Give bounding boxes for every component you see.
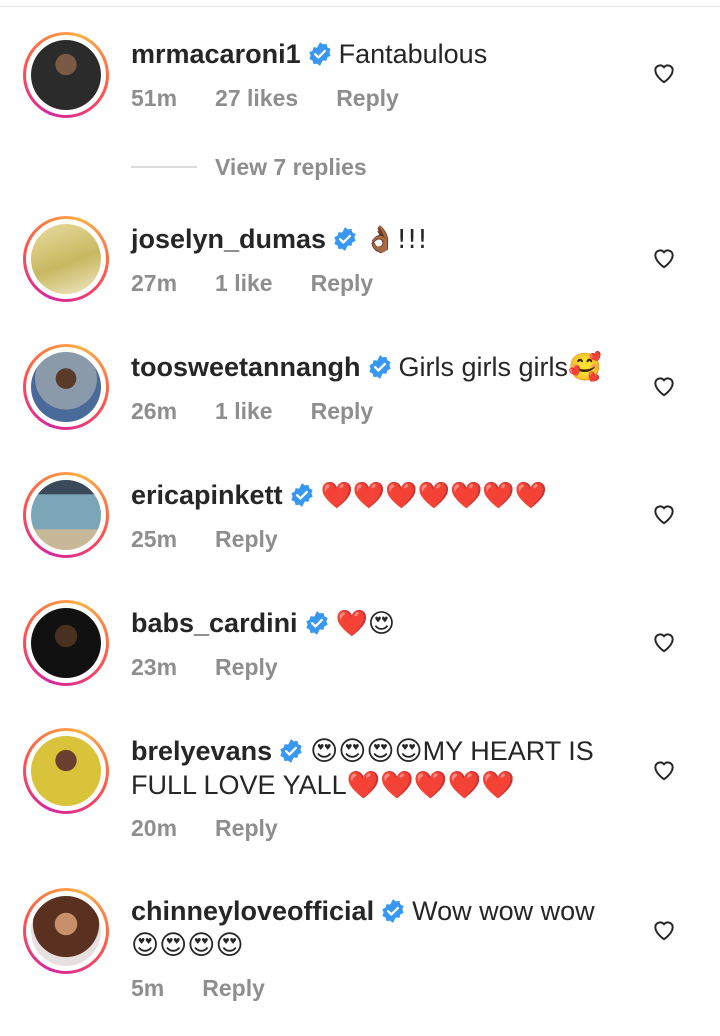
comment-meta: 27m 1 like Reply (131, 270, 411, 297)
avatar-story-ring[interactable] (23, 344, 109, 430)
comment-body: chinneyloveofficial Wow wow wow 😍😍😍😍 (131, 894, 621, 962)
username[interactable]: brelyevans (131, 736, 272, 766)
timestamp[interactable]: 23m (131, 654, 177, 680)
comment-meta: 23m Reply (131, 654, 316, 681)
avatar-story-ring[interactable] (23, 600, 109, 686)
heart-icon[interactable] (651, 373, 677, 399)
comment-body: babs_cardini ❤️😍 (131, 606, 621, 641)
reply-button[interactable]: Reply (202, 975, 265, 1001)
avatar-story-ring[interactable] (23, 472, 109, 558)
username[interactable]: chinneyloveofficial (131, 896, 374, 926)
likes-count[interactable]: 1 like (215, 270, 273, 296)
likes-count[interactable]: 1 like (215, 398, 273, 424)
username[interactable]: toosweetannangh (131, 352, 361, 382)
avatar-story-ring[interactable] (23, 728, 109, 814)
avatar-story-ring[interactable] (23, 888, 109, 974)
username[interactable]: ericapinkett (131, 480, 283, 510)
comment-meta: 5m Reply (131, 975, 303, 1002)
comment-body: mrmacaroni1 Fantabulous (131, 37, 621, 71)
comment-meta: 26m 1 like Reply (131, 398, 411, 425)
comment-text: ❤️😍 (335, 609, 396, 639)
verified-badge-icon (368, 355, 391, 379)
verified-badge-icon (308, 42, 331, 66)
reply-button[interactable]: Reply (336, 85, 399, 111)
avatar[interactable] (31, 40, 101, 110)
verified-badge-icon (382, 899, 404, 923)
username[interactable]: joselyn_dumas (131, 224, 326, 254)
comment-body: joselyn_dumas 👌🏾!!! (131, 222, 621, 257)
heart-icon[interactable] (651, 501, 677, 527)
verified-badge-icon (334, 227, 356, 251)
username[interactable]: mrmacaroni1 (131, 39, 301, 69)
comment-meta: 20m Reply (131, 815, 316, 842)
heart-icon[interactable] (651, 757, 677, 783)
avatar[interactable] (31, 896, 101, 966)
heart-icon[interactable] (651, 245, 677, 271)
avatar[interactable] (31, 608, 101, 678)
verified-badge-icon (280, 739, 302, 763)
timestamp[interactable]: 20m (131, 815, 177, 841)
timestamp[interactable]: 25m (131, 526, 177, 552)
reply-button[interactable]: Reply (215, 526, 278, 552)
timestamp[interactable]: 27m (131, 270, 177, 296)
comment-text: 👌🏾!!! (364, 225, 428, 255)
timestamp[interactable]: 51m (131, 85, 177, 111)
avatar[interactable] (31, 736, 101, 806)
username[interactable]: babs_cardini (131, 608, 298, 638)
comment-body: toosweetannangh Girls girls girls🥰 (131, 350, 621, 384)
comment-meta: 51m 27 likes Reply (131, 85, 437, 112)
reply-button[interactable]: Reply (311, 270, 374, 296)
comment-body: brelyevans 😍😍😍😍MY HEART IS FULL LOVE YALL… (131, 734, 621, 802)
view-replies-button[interactable]: View 7 replies (131, 152, 367, 182)
comment-text: Girls girls girls🥰 (398, 352, 602, 382)
avatar-story-ring[interactable] (23, 32, 109, 118)
avatar[interactable] (31, 480, 101, 550)
reply-button[interactable]: Reply (215, 654, 278, 680)
verified-badge-icon (290, 483, 313, 507)
timestamp[interactable]: 26m (131, 398, 177, 424)
heart-icon[interactable] (651, 60, 677, 86)
likes-count[interactable]: 27 likes (215, 85, 298, 111)
reply-button[interactable]: Reply (215, 815, 278, 841)
avatar-story-ring[interactable] (23, 216, 109, 302)
timestamp[interactable]: 5m (131, 975, 164, 1001)
comment-meta: 25m Reply (131, 526, 316, 553)
heart-icon[interactable] (651, 917, 677, 943)
comment-text: ❤️❤️❤️❤️❤️❤️❤️ (320, 481, 548, 511)
top-divider (0, 6, 720, 7)
comment-body: ericapinkett ❤️❤️❤️❤️❤️❤️❤️ (131, 478, 621, 513)
avatar[interactable] (31, 352, 101, 422)
comment-text: Fantabulous (338, 39, 488, 69)
avatar[interactable] (31, 224, 101, 294)
verified-badge-icon (305, 611, 328, 635)
replies-divider (131, 166, 197, 168)
heart-icon[interactable] (651, 629, 677, 655)
reply-button[interactable]: Reply (311, 398, 374, 424)
view-replies-label[interactable]: View 7 replies (215, 154, 367, 181)
